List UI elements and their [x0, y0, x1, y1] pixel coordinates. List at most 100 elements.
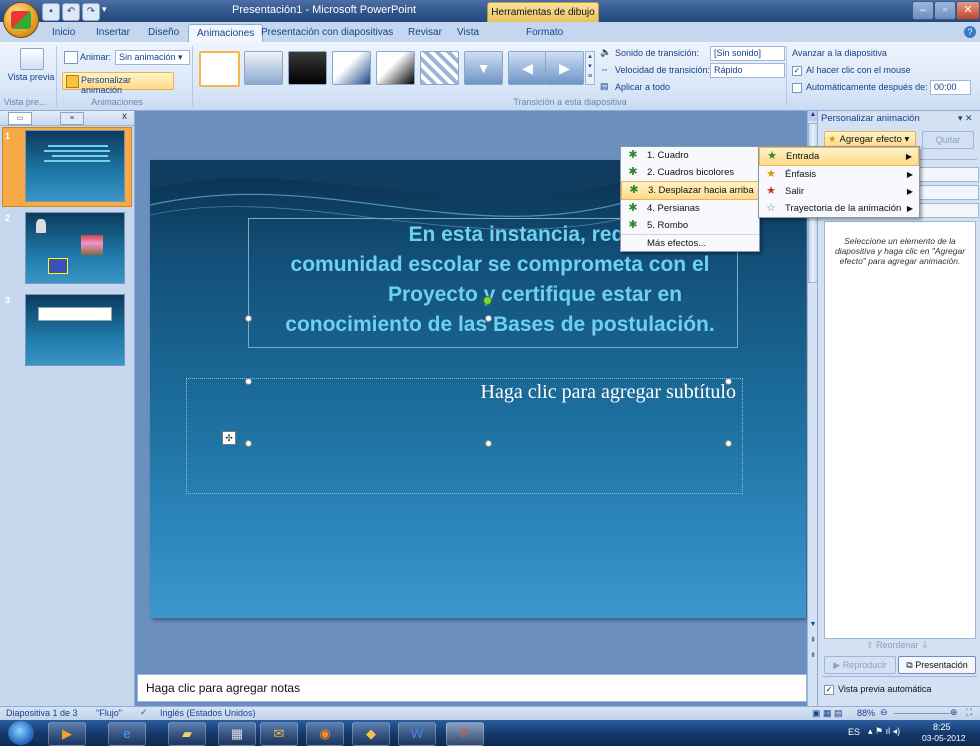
fit-window-icon[interactable]: ⛶: [966, 707, 972, 718]
al-hacer-clic-checkbox[interactable]: ✓: [792, 65, 802, 76]
menu-item-persianas[interactable]: ✱ 4. Persianas: [621, 200, 759, 217]
qat-customize-icon[interactable]: ▾: [102, 4, 107, 15]
subtitle-placeholder[interactable]: Haga clic para agregar subtítulo: [186, 378, 743, 494]
trayectoria-star-icon: ☆: [766, 202, 776, 214]
al-hacer-clic-option[interactable]: ✓ Al hacer clic con el mouse: [792, 65, 911, 76]
input-language[interactable]: ES: [848, 727, 860, 737]
tab-diseno[interactable]: Diseño: [140, 24, 187, 41]
slide-thumb-3[interactable]: [25, 294, 125, 366]
contextual-tab-group: Herramientas de dibujo: [487, 2, 599, 23]
start-button[interactable]: [8, 721, 34, 745]
taskbar-word-icon[interactable]: W: [398, 722, 436, 746]
close-button[interactable]: ✕: [956, 1, 980, 20]
paste-options-icon[interactable]: ✣: [222, 431, 236, 445]
presentacion-button[interactable]: ⧉ Presentación: [898, 656, 976, 674]
transition-wipe-left-thumb[interactable]: ◀: [508, 51, 547, 85]
language-indicator[interactable]: Inglés (Estados Unidos): [160, 708, 256, 718]
undo-icon[interactable]: ↶: [62, 3, 80, 21]
vista-previa-checkbox[interactable]: ✓: [824, 684, 834, 695]
preview-button[interactable]: Vista previa: [6, 72, 56, 82]
resize-handle[interactable]: [725, 378, 732, 385]
transition-wipe-down-thumb[interactable]: ▼: [464, 51, 503, 85]
animar-combo[interactable]: Sin animación ▾: [115, 50, 190, 65]
resize-handle[interactable]: [245, 440, 252, 447]
zoom-in-icon[interactable]: ⊕: [950, 707, 958, 718]
menu-item-cuadro[interactable]: ✱ 1. Cuadro: [621, 147, 759, 164]
redo-icon[interactable]: ↷: [82, 3, 100, 21]
transition-dissolve-thumb[interactable]: [420, 51, 459, 85]
menu-item-mas-efectos[interactable]: Más efectos...: [621, 234, 759, 252]
quitar-button[interactable]: Quitar: [922, 131, 974, 149]
save-icon[interactable]: ▪: [42, 3, 60, 21]
tab-slides[interactable]: ▭: [8, 112, 32, 125]
resize-handle[interactable]: [245, 378, 252, 385]
zoom-out-icon[interactable]: ⊖: [880, 707, 888, 718]
tab-presentacion[interactable]: Presentación con diapositivas: [253, 24, 401, 41]
automaticamente-checkbox[interactable]: [792, 82, 802, 93]
transition-fade-black-thumb[interactable]: [288, 51, 327, 85]
tab-insertar[interactable]: Insertar: [88, 24, 138, 41]
resize-handle[interactable]: [245, 315, 252, 322]
slide-thumb-1[interactable]: [25, 130, 125, 202]
menu-item-rombo[interactable]: ✱ 5. Rombo: [621, 217, 759, 234]
menu-item-cuadros-bicolores[interactable]: ✱ 2. Cuadros bicolores: [621, 164, 759, 181]
transition-none-thumb[interactable]: [199, 51, 240, 87]
tab-revisar[interactable]: Revisar: [400, 24, 450, 41]
taskbar-outlook-icon[interactable]: ✉: [260, 722, 298, 746]
avanzar-label: Avanzar a la diapositiva: [792, 48, 887, 58]
reproducir-button[interactable]: ▶ Reproducir: [824, 656, 896, 674]
maximize-button[interactable]: ▫: [934, 1, 956, 20]
menu-item-salir[interactable]: ★ Salir ▶: [759, 183, 919, 200]
automaticamente-option[interactable]: Automáticamente después de:: [792, 82, 928, 93]
aplicar-todo-button[interactable]: Aplicar a todo: [615, 82, 670, 92]
transition-cut-thumb[interactable]: [332, 51, 371, 85]
menu-item-desplazar-hacia-arriba[interactable]: ✱ 3. Desplazar hacia arriba: [621, 181, 759, 200]
reordenar-control[interactable]: ⇧ Reordenar ⇩: [866, 640, 929, 651]
tab-vista[interactable]: Vista: [449, 24, 487, 41]
view-buttons[interactable]: ▣ ▦ ▤: [812, 708, 843, 719]
taskbar-ie-icon[interactable]: e: [108, 722, 146, 746]
resize-handle[interactable]: [485, 315, 492, 322]
zoom-slider[interactable]: [894, 713, 950, 714]
notes-pane[interactable]: Haga clic para agregar notas: [137, 674, 807, 702]
spellcheck-icon[interactable]: ✓: [140, 707, 148, 718]
tab-formato[interactable]: Formato: [518, 24, 571, 41]
pane-options-icon[interactable]: ▾ ✕: [958, 113, 973, 124]
personalizar-animacion-button[interactable]: Personalizar animación: [62, 72, 174, 95]
taskbar-firefox-icon[interactable]: ◉: [306, 722, 344, 746]
tray-icons[interactable]: ▴ ⚑ ıl ◂): [868, 726, 900, 737]
taskbar-calculator-icon[interactable]: ▦: [218, 722, 256, 746]
transition-cut-black-thumb[interactable]: [376, 51, 415, 85]
resize-handle[interactable]: [485, 440, 492, 447]
zoom-level[interactable]: 88%: [857, 708, 875, 718]
taskbar-media-icon[interactable]: ▶: [48, 722, 86, 746]
auto-time-spinner[interactable]: 00:00: [930, 80, 971, 95]
animaciones-group-label: Animaciones: [91, 97, 143, 107]
vista-previa-automatica-option[interactable]: ✓ Vista previa automática: [824, 684, 931, 695]
animation-hint: Seleccione un elemento de la diapositiva…: [834, 236, 966, 266]
menu-item-trayectoria[interactable]: ☆ Trayectoria de la animación ▶: [759, 200, 919, 217]
velocidad-combo[interactable]: Rápido: [710, 63, 785, 78]
gallery-scroll[interactable]: ▴ ▾ ≡: [585, 51, 595, 85]
tab-inicio[interactable]: Inicio: [44, 24, 83, 41]
transition-wipe-right-thumb[interactable]: ▶: [545, 51, 584, 85]
group-separator: [56, 46, 57, 106]
menu-item-label: Más efectos...: [647, 238, 707, 249]
resize-handle[interactable]: [725, 440, 732, 447]
sonido-combo[interactable]: [Sin sonido]: [710, 46, 785, 61]
help-icon[interactable]: ?: [964, 26, 976, 38]
transition-fade-thumb[interactable]: [244, 51, 283, 85]
office-button[interactable]: [3, 2, 39, 38]
tab-outline[interactable]: ≡: [60, 112, 84, 125]
menu-item-enfasis[interactable]: ★ Énfasis ▶: [759, 166, 919, 183]
slide-thumb-2[interactable]: [25, 212, 125, 284]
taskbar-powerpoint-icon[interactable]: P: [446, 722, 484, 746]
rotate-handle[interactable]: [483, 296, 492, 305]
taskbar-folder-icon[interactable]: ▰: [168, 722, 206, 746]
minimize-button[interactable]: –: [912, 1, 934, 20]
close-panel-icon[interactable]: x: [122, 111, 127, 122]
tab-animaciones[interactable]: Animaciones: [188, 24, 264, 42]
taskbar-messenger-icon[interactable]: ◆: [352, 722, 390, 746]
menu-item-entrada[interactable]: ★ Entrada ▶: [759, 147, 919, 166]
animation-list[interactable]: Seleccione un elemento de la diapositiva…: [824, 221, 976, 639]
